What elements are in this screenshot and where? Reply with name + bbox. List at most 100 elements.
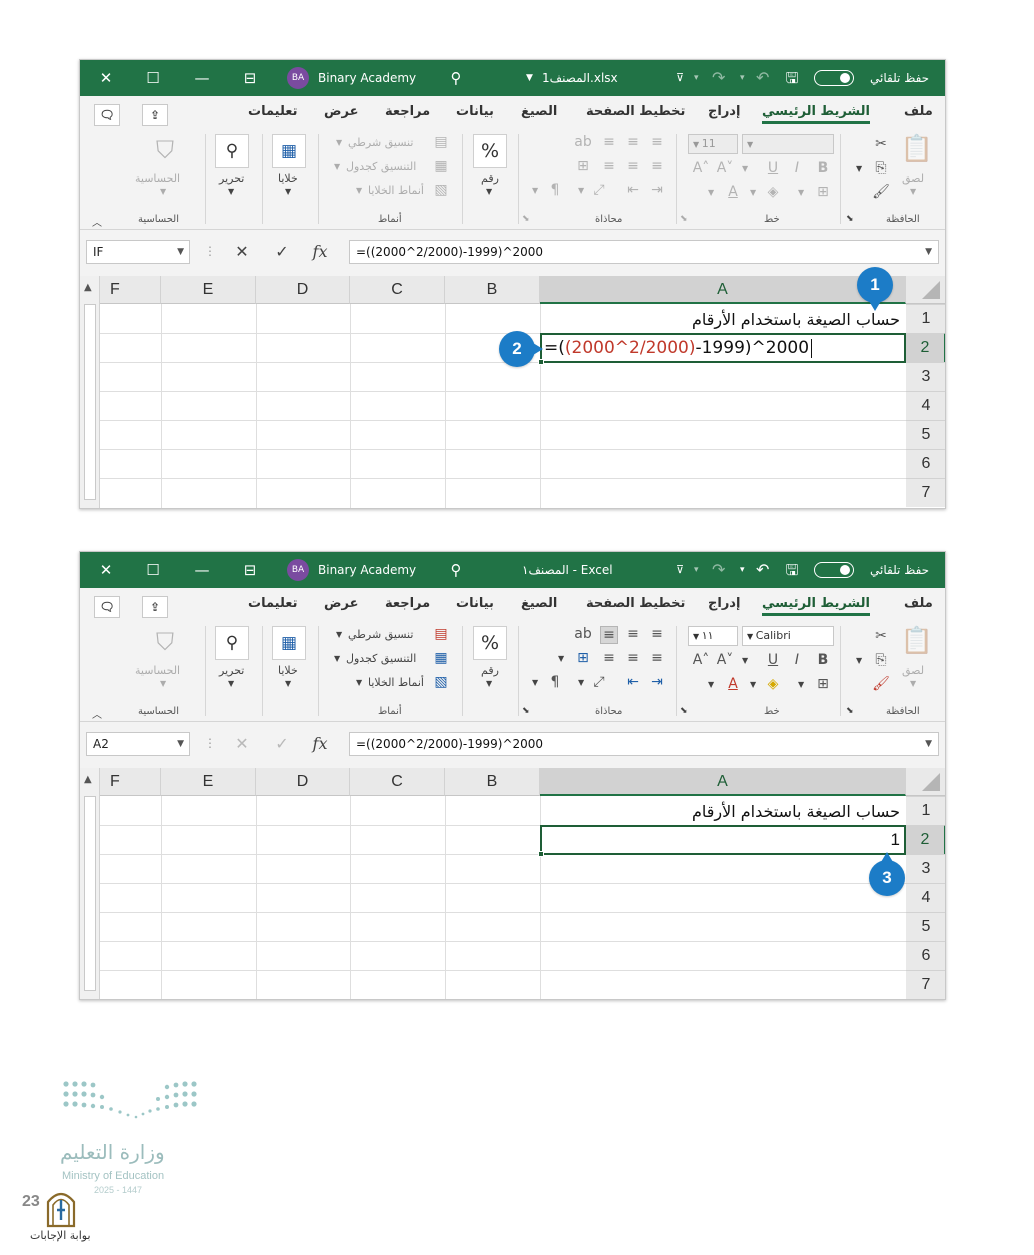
dialog-launcher-icon[interactable]: ⬊ (846, 214, 854, 224)
chevron-down-icon[interactable]: ▼ (334, 654, 340, 663)
chevron-down-icon[interactable]: ▼ (486, 187, 492, 196)
tab-page-layout[interactable]: تخطيط الصفحة (586, 104, 685, 119)
column-header-b[interactable]: B (445, 768, 540, 796)
chevron-down-icon[interactable]: ▼ (742, 656, 748, 665)
italic-icon[interactable]: I (788, 160, 806, 176)
cut-icon[interactable]: ✂ (872, 628, 890, 644)
chevron-down-icon[interactable]: ▼ (486, 679, 492, 688)
chevron-down-icon[interactable]: ▼ (285, 679, 291, 688)
tab-formulas[interactable]: الصيغ (521, 104, 557, 119)
chevron-down-icon[interactable]: ▼ (334, 162, 340, 171)
orientation-icon[interactable]: ⤢ (590, 674, 608, 690)
align-left-icon[interactable]: ≡ (600, 650, 618, 666)
chevron-down-icon[interactable]: ▼ (708, 680, 714, 689)
column-header-c[interactable]: C (350, 768, 445, 796)
search-icon[interactable]: ⚲ (215, 626, 249, 660)
scroll-up-icon[interactable]: ▲ (84, 774, 92, 785)
font-name-select[interactable]: ▼ Calibri (742, 626, 834, 646)
row-header-2[interactable]: 2 (906, 825, 945, 854)
column-header-e[interactable]: E (161, 276, 256, 304)
row-header-6[interactable]: 6 (906, 449, 945, 478)
chevron-down-icon[interactable]: ▼ (742, 164, 748, 173)
chevron-down-icon[interactable]: ▼ (336, 630, 342, 639)
cells-icon[interactable]: ▦ (272, 626, 306, 660)
column-header-e[interactable]: E (161, 768, 256, 796)
chevron-down-icon[interactable]: ▼ (856, 656, 862, 665)
align-right-icon[interactable]: ≡ (648, 650, 666, 666)
increase-indent-icon[interactable]: ⇥ (648, 182, 666, 198)
align-right-icon[interactable]: ≡ (648, 158, 666, 174)
sensitivity-icon[interactable]: ⛉ (150, 136, 180, 164)
font-name-select[interactable]: ▼ (742, 134, 834, 154)
chevron-down-icon[interactable]: ▼ (750, 680, 756, 689)
row-header-5[interactable]: 5 (906, 912, 945, 941)
tab-insert[interactable]: إدراج (708, 596, 740, 611)
chevron-down-icon[interactable]: ▼ (526, 60, 533, 96)
redo-icon[interactable]: ↷ (712, 60, 725, 96)
chevron-down-icon[interactable]: ▼ (578, 678, 584, 687)
tab-file[interactable]: ملف (904, 596, 933, 611)
name-box[interactable]: A2 ▼ (86, 732, 190, 756)
chevron-down-icon[interactable]: ▾ (740, 552, 745, 588)
tab-review[interactable]: مراجعة (385, 104, 430, 119)
merge-center-icon[interactable]: ⊞ (574, 650, 592, 666)
align-middle-icon[interactable]: ≡ (624, 626, 642, 642)
formula-input[interactable]: =((2000^2/2000)-1999)^2000 ▼ (349, 240, 939, 264)
cells-button-label[interactable]: خلايا (278, 172, 298, 185)
formula-input[interactable]: =((2000^2/2000)-1999)^2000 ▼ (349, 732, 939, 756)
conditional-formatting-icon[interactable]: ▤ (432, 134, 450, 150)
align-left-icon[interactable]: ≡ (600, 158, 618, 174)
align-center-icon[interactable]: ≡ (624, 650, 642, 666)
maximize-icon[interactable]: ☐ (141, 552, 165, 588)
share-icon[interactable]: ⇪ (142, 596, 168, 618)
row-header-4[interactable]: 4 (906, 883, 945, 912)
format-painter-icon[interactable]: 🖌 (872, 184, 890, 200)
search-icon[interactable]: ⚲ (444, 552, 468, 588)
enter-icon[interactable]: ✓ (272, 734, 292, 753)
cell-styles-button[interactable]: أنماط الخلايا (368, 676, 424, 689)
sensitivity-icon[interactable]: ⛉ (150, 628, 180, 656)
cancel-icon[interactable]: ✕ (232, 734, 252, 753)
chevron-down-icon[interactable]: ▼ (798, 188, 804, 197)
column-header-a[interactable]: A (540, 276, 906, 304)
chevron-down-icon[interactable]: ▼ (356, 678, 362, 687)
cell-a2-value[interactable]: 1 (542, 827, 904, 853)
close-icon[interactable]: ✕ (94, 552, 118, 588)
chevron-down-icon[interactable]: ▼ (532, 186, 538, 195)
insert-function-icon[interactable]: fx (310, 734, 330, 753)
collapse-ribbon-icon[interactable]: ︿ (92, 706, 102, 721)
wrap-text-icon[interactable]: ab (574, 626, 592, 642)
underline-icon[interactable]: U (764, 160, 782, 176)
column-header-f[interactable]: F (100, 276, 161, 304)
row-header-7[interactable]: 7 (906, 478, 945, 507)
fill-color-icon[interactable]: ◈ (764, 676, 782, 692)
format-as-table-button[interactable]: التنسيق كجدول (346, 160, 416, 173)
merge-center-icon[interactable]: ⊞ (574, 158, 592, 174)
qat-customize-icon[interactable]: ⊽ (676, 552, 684, 588)
column-header-f[interactable]: F (100, 768, 161, 796)
chevron-down-icon[interactable]: ▾ (694, 60, 699, 96)
font-color-icon[interactable]: A (724, 676, 742, 692)
column-header-b[interactable]: B (445, 276, 540, 304)
search-icon[interactable]: ⚲ (215, 134, 249, 168)
editing-button-label[interactable]: تحرير (219, 664, 244, 677)
paste-button-label[interactable]: لصق (902, 172, 924, 185)
paste-button-label[interactable]: لصق (902, 664, 924, 677)
vertical-scrollbar[interactable]: ▲ (80, 768, 100, 999)
collapse-ribbon-icon[interactable]: ︿ (92, 214, 102, 229)
align-bottom-icon[interactable]: ≡ (648, 626, 666, 642)
autosave-toggle[interactable] (814, 562, 854, 578)
borders-icon[interactable]: ⊞ (814, 676, 832, 692)
tab-data[interactable]: بيانات (456, 104, 494, 119)
cell-a1[interactable]: حساب الصيغة باستخدام الأرقام (542, 798, 904, 826)
tab-help[interactable]: تعليمات (248, 596, 298, 611)
dialog-launcher-icon[interactable]: ⬊ (846, 706, 854, 716)
chevron-down-icon[interactable]: ▼ (910, 679, 916, 688)
enter-icon[interactable]: ✓ (272, 242, 292, 261)
row-header-6[interactable]: 6 (906, 941, 945, 970)
align-top-icon[interactable]: ≡ (600, 626, 618, 644)
tab-data[interactable]: بيانات (456, 596, 494, 611)
column-header-c[interactable]: C (350, 276, 445, 304)
chevron-down-icon[interactable]: ▾ (740, 60, 745, 96)
tab-review[interactable]: مراجعة (385, 596, 430, 611)
